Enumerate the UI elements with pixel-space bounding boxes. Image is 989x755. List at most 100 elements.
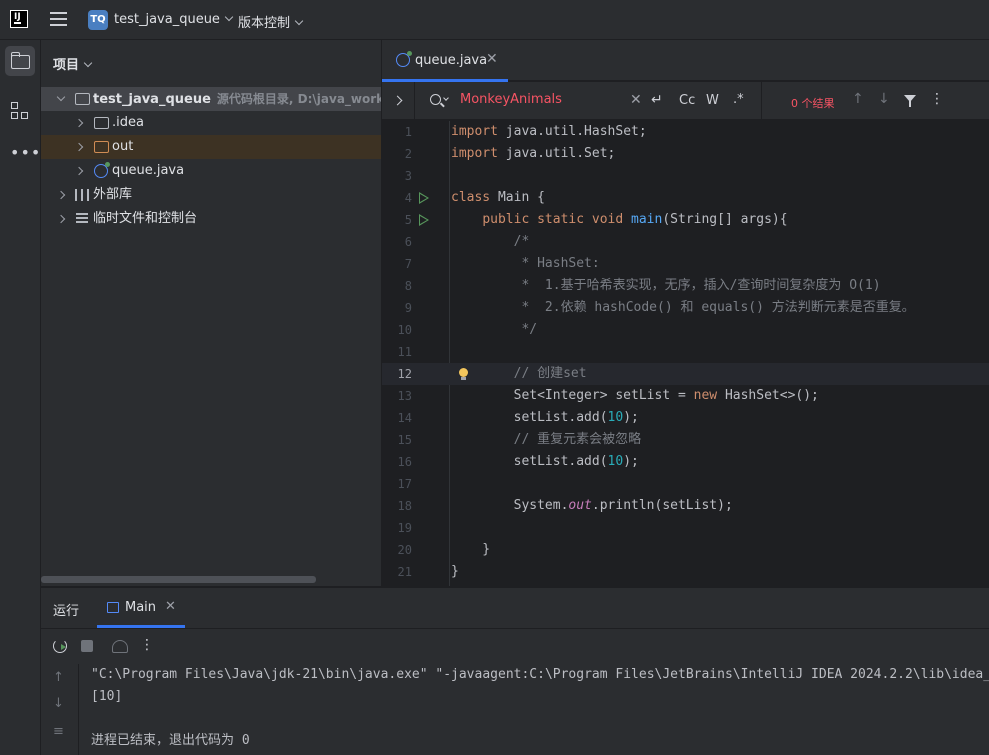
- code-line[interactable]: 17: [382, 473, 989, 495]
- more-tools-icon[interactable]: •••: [10, 143, 41, 162]
- code-line[interactable]: 20 }: [382, 539, 989, 561]
- run-icon[interactable]: [419, 192, 429, 204]
- whole-words-toggle[interactable]: W: [706, 93, 719, 108]
- chevron-right-icon[interactable]: [74, 118, 84, 128]
- main-menu-icon[interactable]: [50, 12, 67, 26]
- tree-item-scratches[interactable]: 临时文件和控制台: [41, 207, 381, 231]
- tool-window-strip: •••: [0, 40, 41, 755]
- intellij-logo-icon[interactable]: IJ: [10, 10, 28, 28]
- clear-search-icon[interactable]: ✕: [630, 92, 642, 108]
- tab-main[interactable]: Main ✕: [97, 588, 185, 628]
- console-output[interactable]: "C:\Program Files\Java\jdk-21\bin\java.e…: [91, 666, 989, 755]
- chevron-right-icon[interactable]: [56, 214, 66, 224]
- folder-icon: [94, 117, 109, 129]
- project-switcher[interactable]: test_java_queue: [114, 12, 234, 27]
- line-number: 21: [397, 565, 412, 579]
- chevron-right-icon[interactable]: [74, 166, 84, 176]
- code-line[interactable]: 13 Set<Integer> setList = new HashSet<>(…: [382, 385, 989, 407]
- code-line[interactable]: 3: [382, 165, 989, 187]
- code-line[interactable]: 4 class Main {: [382, 187, 989, 209]
- code-line[interactable]: 10 */: [382, 319, 989, 341]
- close-icon[interactable]: ✕: [165, 599, 176, 614]
- divider: [761, 82, 762, 120]
- chevron-down-icon[interactable]: [56, 92, 66, 102]
- line-number: 4: [404, 191, 412, 205]
- horizontal-scrollbar[interactable]: [41, 576, 316, 583]
- code-line[interactable]: 16 setList.add(10);: [382, 451, 989, 473]
- line-number: 1: [404, 125, 412, 139]
- tree-item-hint: 源代码根目录, D:\java_work\test_: [216, 92, 381, 106]
- code-line[interactable]: 2 import java.util.Set;: [382, 143, 989, 165]
- code-line-current[interactable]: 12 // 创建set: [382, 363, 989, 385]
- line-number: 2: [404, 147, 412, 161]
- chevron-right-icon[interactable]: [392, 95, 403, 106]
- rerun-icon[interactable]: [53, 639, 67, 653]
- line-number: 12: [397, 367, 412, 381]
- close-icon[interactable]: ✕: [486, 51, 498, 67]
- more-options-icon[interactable]: ⋮: [930, 91, 944, 107]
- library-icon: [75, 189, 89, 201]
- tree-item-label: queue.java: [112, 163, 185, 178]
- vcs-menu-label: 版本控制: [238, 16, 291, 31]
- java-class-icon: [396, 51, 412, 67]
- stop-icon[interactable]: [81, 640, 93, 652]
- chevron-down-icon: [224, 12, 234, 22]
- tree-item-out[interactable]: out: [41, 135, 381, 159]
- chevron-right-icon[interactable]: [74, 142, 84, 152]
- project-badge[interactable]: TQ: [88, 10, 108, 30]
- code-editor[interactable]: 1 import java.util.HashSet; 2 import jav…: [382, 121, 989, 586]
- project-name-label: test_java_queue: [114, 12, 220, 27]
- search-icon[interactable]: [430, 94, 441, 105]
- new-line-icon[interactable]: ↵: [651, 92, 663, 108]
- arrow-down-icon[interactable]: ↓: [878, 91, 890, 107]
- line-number: 17: [397, 477, 412, 491]
- title-bar: IJ TQ test_java_queue 版本控制: [0, 0, 989, 40]
- chevron-down-icon: [294, 16, 304, 26]
- line-number: 7: [404, 257, 412, 271]
- tree-item-idea[interactable]: .idea: [41, 111, 381, 135]
- arrow-up-icon[interactable]: ↑: [53, 670, 64, 685]
- run-icon[interactable]: [419, 214, 429, 226]
- search-input[interactable]: [460, 92, 620, 107]
- more-options-icon[interactable]: ⋮: [140, 637, 154, 653]
- code-line[interactable]: 6 /*: [382, 231, 989, 253]
- line-number: 10: [397, 323, 412, 337]
- code-line[interactable]: 14 setList.add(10);: [382, 407, 989, 429]
- project-folder-icon[interactable]: [5, 46, 35, 76]
- project-panel-title[interactable]: 项目: [53, 54, 93, 73]
- tree-item-root[interactable]: test_java_queue 源代码根目录, D:\java_work\test…: [41, 87, 381, 111]
- tab-queue-java[interactable]: queue.java ✕: [382, 40, 508, 82]
- code-line[interactable]: 11: [382, 341, 989, 363]
- tree-item-label: 外部库: [93, 187, 133, 202]
- code-line[interactable]: 15 // 重复元素会被忽略: [382, 429, 989, 451]
- arrow-down-icon[interactable]: ↓: [53, 696, 64, 711]
- code-line[interactable]: 1 import java.util.HashSet;: [382, 121, 989, 143]
- line-number: 5: [404, 213, 412, 227]
- excluded-folder-icon: [94, 141, 109, 153]
- soft-wrap-icon[interactable]: ≡: [53, 724, 64, 739]
- line-number: 9: [404, 301, 412, 315]
- project-panel: 项目 test_java_queue 源代码根目录, D:\java_work\t…: [41, 40, 382, 586]
- code-line[interactable]: 5 public static void main(String[] args)…: [382, 209, 989, 231]
- line-number: 6: [404, 235, 412, 249]
- regex-toggle[interactable]: .*: [733, 92, 744, 107]
- vcs-menu[interactable]: 版本控制: [238, 12, 304, 31]
- chevron-down-icon[interactable]: [443, 95, 449, 101]
- code-line[interactable]: 7 * HashSet:: [382, 253, 989, 275]
- code-line[interactable]: 18 System.out.println(setList);: [382, 495, 989, 517]
- line-number: 15: [397, 433, 412, 447]
- console-side-toolbar: ↑ ↓ ≡: [41, 664, 79, 755]
- code-line[interactable]: 21 }: [382, 561, 989, 583]
- code-line[interactable]: 9 * 2.依赖 hashCode() 和 equals() 方法判断元素是否重…: [382, 297, 989, 319]
- structure-icon[interactable]: [11, 102, 29, 120]
- code-line[interactable]: 19: [382, 517, 989, 539]
- match-case-toggle[interactable]: Cc: [679, 93, 695, 108]
- chevron-right-icon[interactable]: [56, 190, 66, 200]
- filter-icon[interactable]: [904, 95, 916, 107]
- tree-item-queue-java[interactable]: queue.java: [41, 159, 381, 183]
- code-line[interactable]: 8 * 1.基于哈希表实现，无序，插入/查询时间复杂度为 O(1): [382, 275, 989, 297]
- profiler-icon[interactable]: [112, 640, 128, 653]
- tree-item-label: 临时文件和控制台: [93, 211, 198, 226]
- arrow-up-icon[interactable]: ↑: [852, 91, 864, 107]
- tree-item-external-libraries[interactable]: 外部库: [41, 183, 381, 207]
